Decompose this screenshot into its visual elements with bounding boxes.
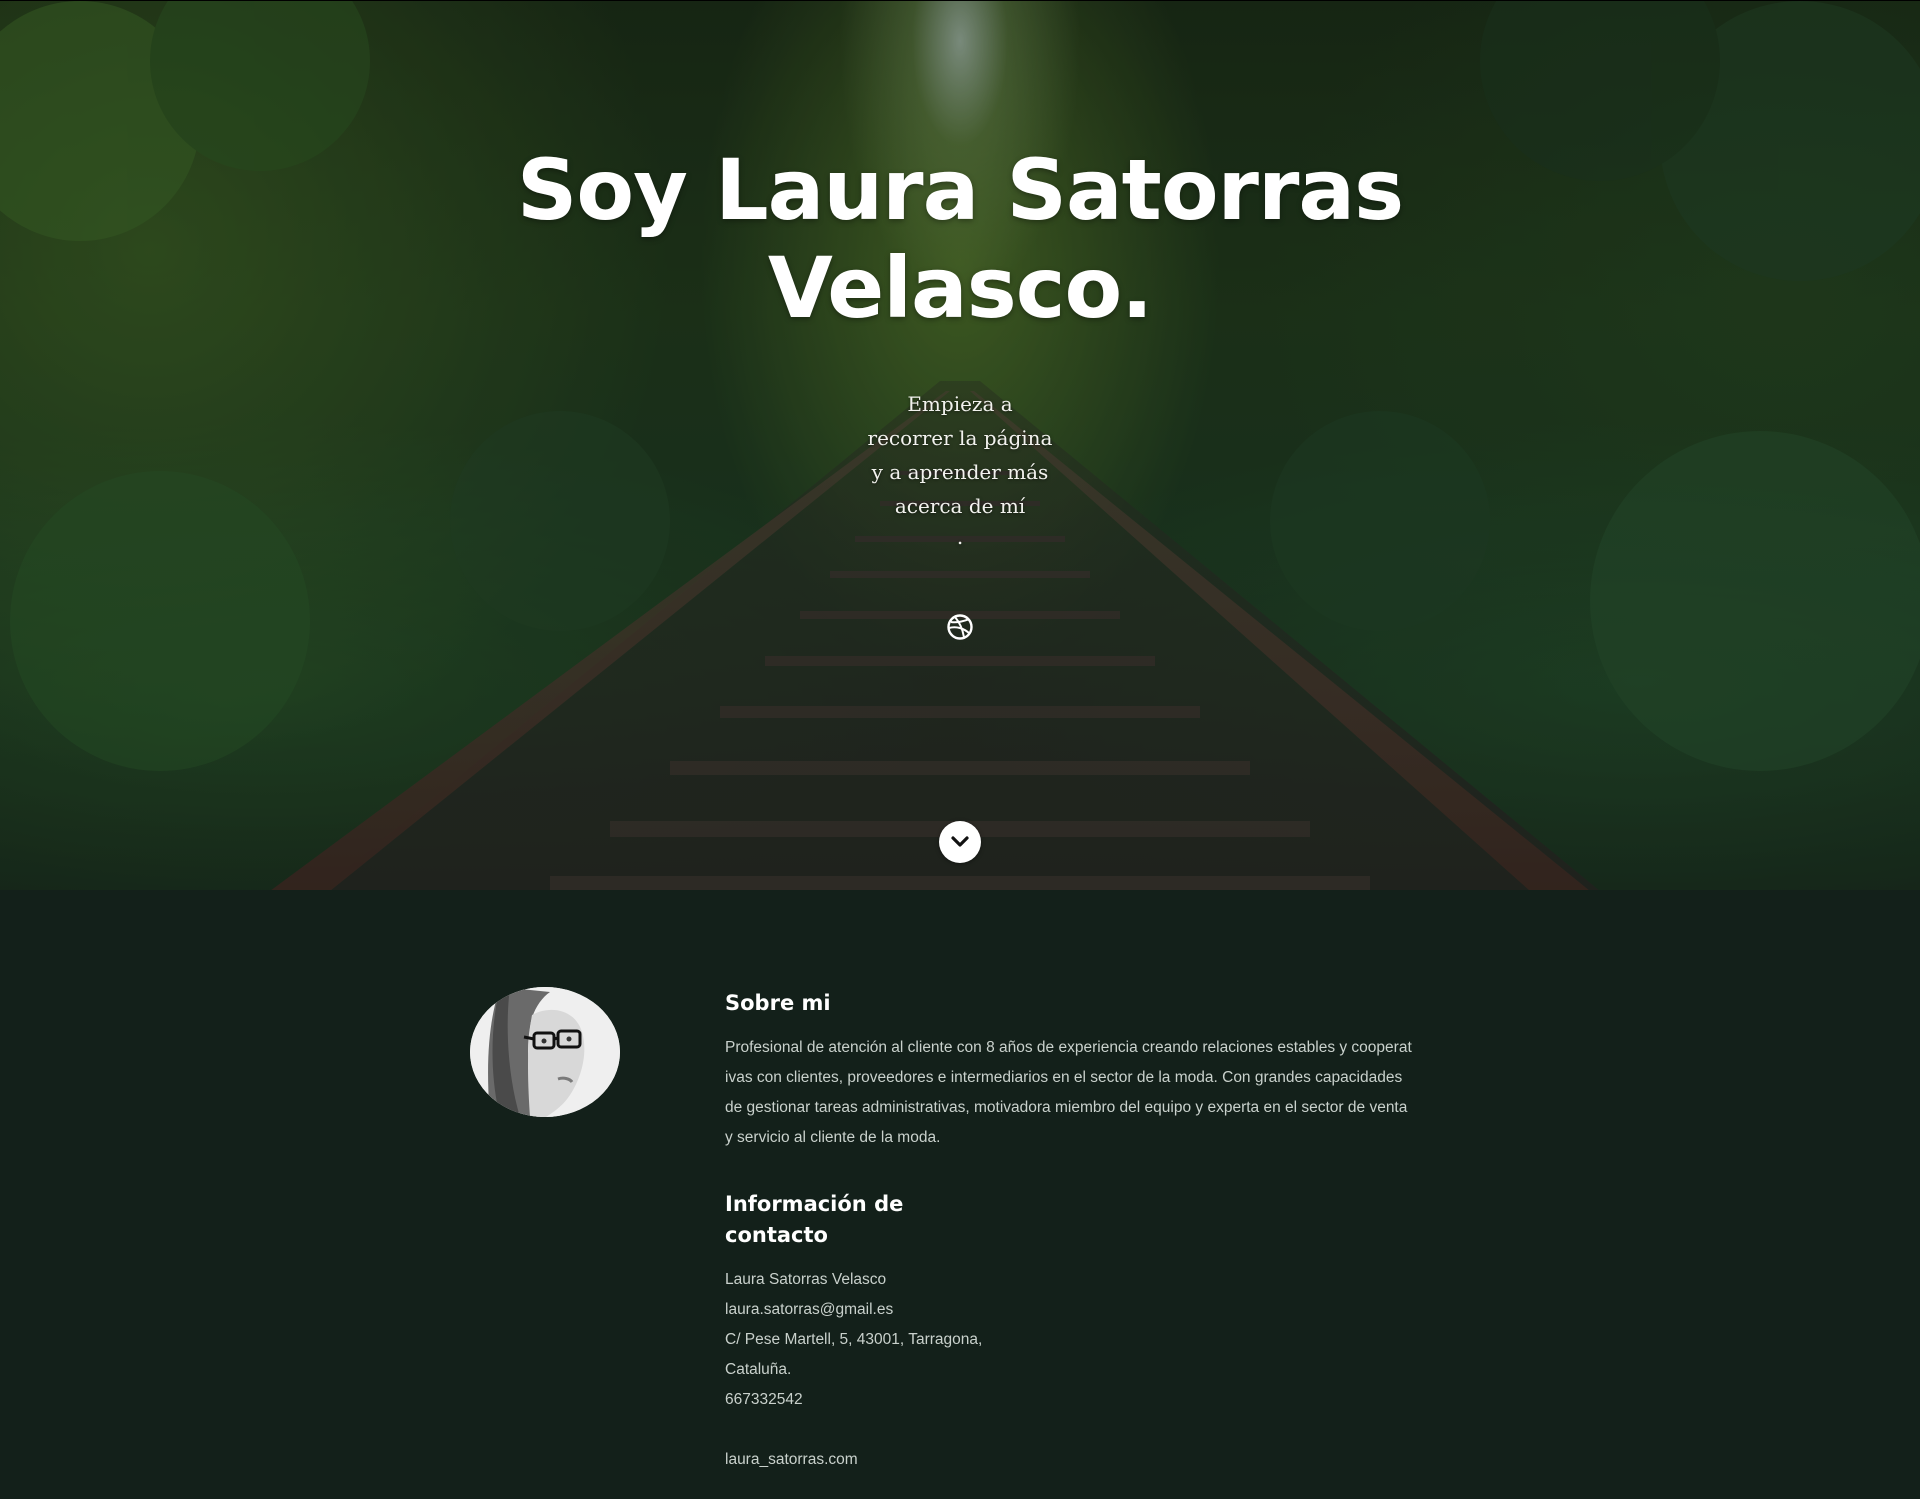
about-section: Sobre mi Profesional de atención al clie… bbox=[0, 890, 1920, 1499]
about-text: Profesional de atención al cliente con 8… bbox=[725, 1039, 1412, 1146]
hero-subtitle-line: recorrer la página bbox=[867, 426, 1053, 450]
contact-phone: 667332542 bbox=[725, 1391, 803, 1408]
contact-address: C/ Pese Martell, 5, 43001, Tarragona, Ca… bbox=[725, 1331, 983, 1378]
about-heading: Sobre mi bbox=[725, 991, 831, 1015]
scroll-down-button[interactable] bbox=[939, 821, 981, 863]
hero-subtitle-line: y a aprender más bbox=[871, 460, 1049, 484]
hero-subtitle-line: acerca de mí bbox=[894, 494, 1026, 518]
about-content: Sobre mi Profesional de atención al clie… bbox=[725, 988, 1425, 1475]
chevron-down-icon bbox=[951, 836, 969, 847]
contact-heading: Información de contacto bbox=[725, 1192, 904, 1247]
contact-email-link[interactable]: laura.satorras@gmail.es bbox=[725, 1295, 1425, 1325]
contact-info: Laura Satorras Velasco laura.satorras@gm… bbox=[725, 1265, 1425, 1475]
profile-photo bbox=[470, 987, 620, 1117]
hero-section: Soy Laura Satorras Velasco. Empieza a re… bbox=[0, 0, 1920, 890]
hero-subtitle: Empieza a recorrer la página y a aprende… bbox=[860, 387, 1060, 551]
hero-subtitle-line: Empieza a bbox=[907, 392, 1013, 416]
dribbble-icon[interactable] bbox=[946, 613, 974, 641]
hero-subtitle-dot: . bbox=[956, 525, 964, 549]
contact-website-link[interactable]: laura_satorras.com bbox=[725, 1445, 1425, 1475]
hero-title: Soy Laura Satorras Velasco. bbox=[516, 141, 1404, 337]
contact-name: Laura Satorras Velasco bbox=[725, 1271, 887, 1288]
